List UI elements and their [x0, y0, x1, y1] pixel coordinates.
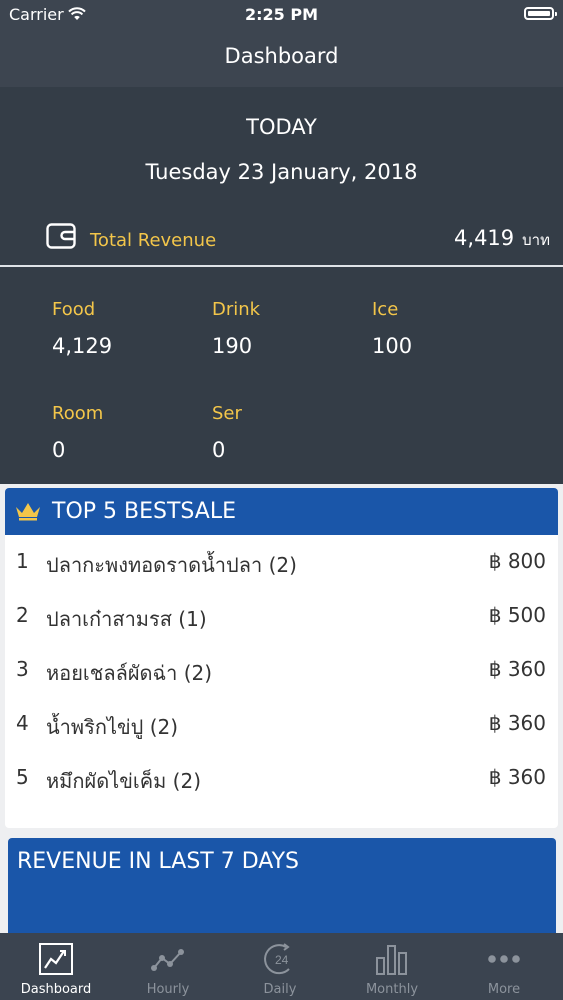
category-label: Room — [52, 403, 104, 424]
category-value: 4,129 — [52, 334, 113, 358]
bestsale-title: TOP 5 BESTSALE — [52, 499, 236, 524]
page-title: Dashboard — [224, 44, 339, 68]
list-item[interactable]: 4 น้ำพริกไข่ปู (2) ฿ 360 — [5, 697, 558, 751]
tab-daily[interactable]: 24 Daily — [224, 933, 336, 1000]
item-price: ฿ 360 — [488, 765, 546, 789]
summary-date: Tuesday 23 January, 2018 — [145, 160, 418, 184]
total-revenue-amount: 4,419 — [454, 226, 515, 250]
clock-24-icon: 24 — [264, 943, 290, 975]
status-bar: Carrier 2:25 PM — [0, 0, 563, 30]
category-label: Drink — [212, 299, 261, 320]
item-rank: 1 — [16, 549, 29, 573]
tab-label: Dashboard — [20, 982, 92, 997]
category-drink: Drink 190 — [212, 299, 260, 358]
tab-hourly[interactable]: Hourly — [112, 933, 224, 1000]
item-name: น้ำพริกไข่ปู (2) — [46, 715, 179, 739]
tab-dashboard[interactable]: Dashboard — [0, 933, 112, 1000]
crown-icon — [16, 503, 40, 521]
category-label: Food — [52, 299, 96, 320]
list-item[interactable]: 5 หมึกผัดไข่เค็ม (2) ฿ 360 — [5, 751, 558, 805]
today-summary-panel: TODAY Tuesday 23 January, 2018 Total Rev… — [0, 87, 563, 484]
item-price: ฿ 500 — [488, 603, 546, 627]
tab-monthly[interactable]: Monthly — [336, 933, 448, 1000]
category-ice: Ice 100 — [372, 299, 412, 358]
list-item[interactable]: 1 ปลากะพงทอดราดน้ำปลา (2) ฿ 800 — [5, 535, 558, 589]
category-label: Ser — [212, 403, 242, 424]
more-dots-icon — [488, 955, 520, 963]
divider — [0, 265, 563, 267]
category-value: 190 — [212, 334, 253, 358]
category-ser: Ser 0 — [212, 403, 242, 462]
tab-label: More — [487, 982, 521, 997]
status-time: 2:25 PM — [244, 5, 318, 24]
item-name: หอยเชลล์ผัดฉ่า (2) — [46, 661, 213, 685]
revenue-chart-card: REVENUE IN LAST 7 DAYS — [8, 838, 556, 948]
tab-label: Hourly — [146, 982, 190, 997]
top-bar: Carrier 2:25 PM Dashboard — [0, 0, 563, 87]
item-name: ปลาเก๋าสามรส (1) — [46, 607, 207, 631]
total-revenue-label: Total Revenue — [90, 230, 217, 251]
item-rank: 3 — [16, 657, 29, 681]
bar-chart-icon — [376, 945, 407, 975]
bestsale-card: TOP 5 BESTSALE 1 ปลากะพงทอดราดน้ำปลา (2)… — [5, 488, 558, 828]
line-chart-icon — [39, 943, 73, 975]
category-room: Room 0 — [52, 403, 103, 462]
bestsale-header: TOP 5 BESTSALE — [5, 488, 558, 535]
total-revenue-unit: บาท — [522, 231, 550, 249]
category-value: 100 — [372, 334, 413, 358]
item-name: ปลากะพงทอดราดน้ำปลา (2) — [46, 553, 297, 577]
tab-label: Monthly — [365, 982, 419, 997]
item-price: ฿ 360 — [488, 657, 546, 681]
item-rank: 2 — [16, 603, 29, 627]
category-value: 0 — [52, 438, 66, 462]
item-price: ฿ 360 — [488, 711, 546, 735]
item-name: หมึกผัดไข่เค็ม (2) — [46, 769, 201, 793]
list-item[interactable]: 3 หอยเชลล์ผัดฉ่า (2) ฿ 360 — [5, 643, 558, 697]
category-value: 0 — [212, 438, 226, 462]
tab-more[interactable]: More — [448, 933, 560, 1000]
item-rank: 5 — [16, 765, 29, 789]
revenue-chart-title: REVENUE IN LAST 7 DAYS — [17, 849, 300, 874]
item-rank: 4 — [16, 711, 29, 735]
battery-icon — [524, 7, 557, 20]
category-food: Food 4,129 — [52, 299, 112, 358]
category-label: Ice — [372, 299, 399, 320]
item-price: ฿ 800 — [488, 549, 546, 573]
today-heading: TODAY — [246, 115, 317, 139]
tab-bar: Dashboard Hourly 24 Daily Monthly More — [0, 933, 563, 1000]
list-item[interactable]: 2 ปลาเก๋าสามรส (1) ฿ 500 — [5, 589, 558, 643]
total-revenue-value: 4,419 บาท — [454, 226, 550, 252]
wallet-icon — [46, 223, 76, 249]
svg-text:24: 24 — [275, 953, 289, 967]
scatter-line-icon — [151, 949, 184, 971]
tab-label: Daily — [263, 982, 297, 997]
